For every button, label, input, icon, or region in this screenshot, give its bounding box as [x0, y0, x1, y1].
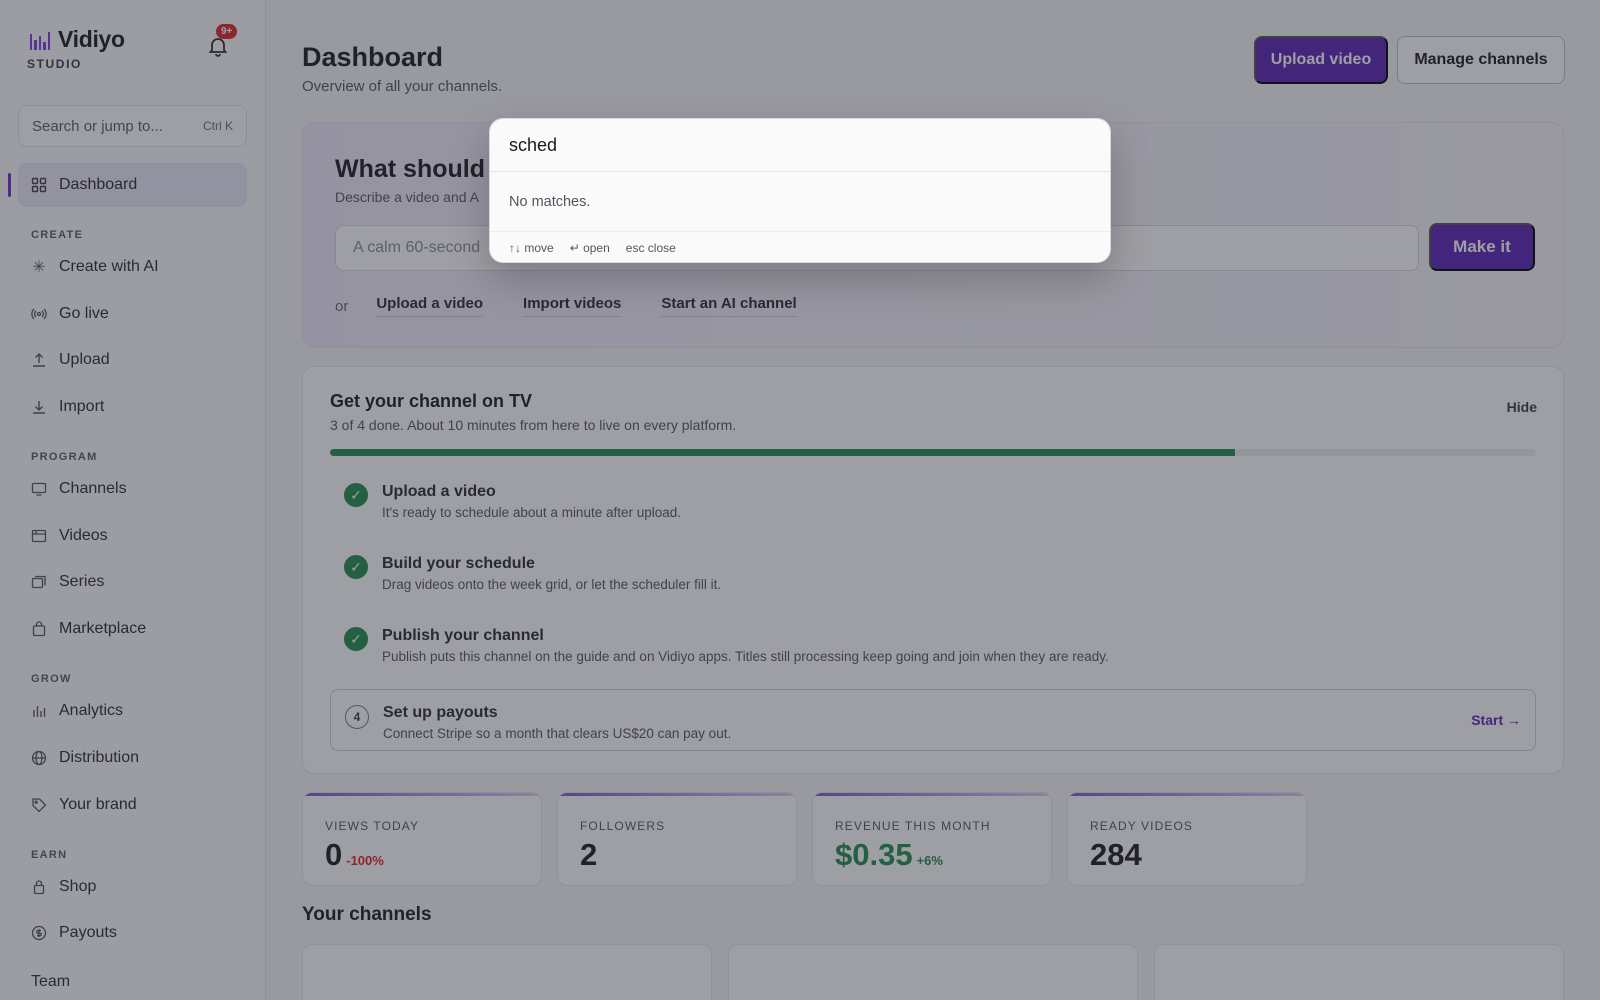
hint-move: ↑↓ move [509, 241, 554, 255]
keyboard-hints: ↑↓ move ↵ open esc close [490, 232, 1110, 262]
hint-close: esc close [625, 241, 676, 255]
command-palette-input[interactable]: sched [490, 119, 1110, 172]
no-matches-message: No matches. [490, 172, 1110, 232]
hint-open: ↵ open [569, 241, 610, 255]
command-palette: sched No matches. ↑↓ move ↵ open esc clo… [489, 118, 1111, 263]
